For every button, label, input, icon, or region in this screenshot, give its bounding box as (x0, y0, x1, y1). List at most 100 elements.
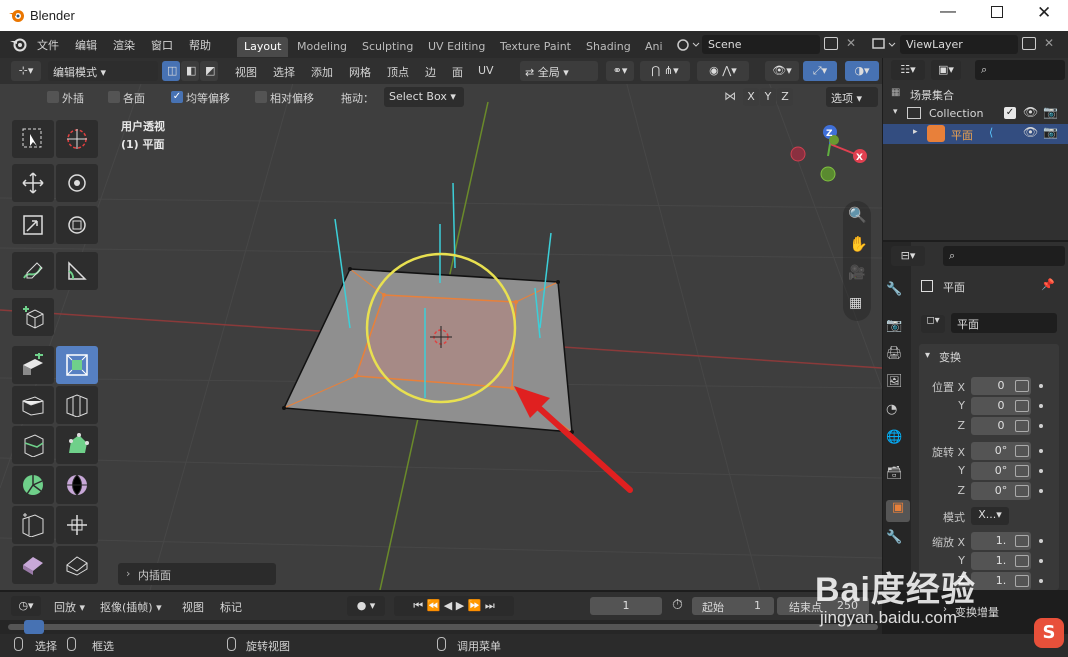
menu-file[interactable]: 文件 (37, 37, 59, 53)
outliner-row-collection[interactable]: ▾ Collection ✓ 👁 📷 (883, 104, 1068, 124)
tab-texture-paint[interactable]: Texture Paint (493, 37, 578, 57)
zoom-icon[interactable]: 🔍 (848, 206, 867, 224)
collection-exclude-checkbox[interactable]: ✓ (1004, 107, 1016, 119)
mirror-x-button[interactable]: X (743, 88, 759, 106)
blender-menu-icon[interactable] (9, 36, 29, 52)
record-button[interactable]: ● ▾ (347, 596, 385, 616)
keyframe-dot[interactable] (1039, 424, 1043, 428)
stopwatch-icon[interactable]: ⏱ (672, 597, 683, 613)
pin-icon[interactable]: 📌 (1041, 278, 1055, 291)
lock-icon[interactable] (1015, 535, 1029, 547)
view-layer-remove-icon[interactable]: ✕ (1044, 36, 1054, 50)
visibility-button[interactable]: 👁▾ (765, 61, 799, 81)
smooth-tool[interactable] (56, 466, 98, 504)
camera-view-icon[interactable]: 🎥 (848, 265, 865, 281)
keying-menu[interactable]: 抠像(插帧) ▾ (100, 599, 162, 615)
keyframe-dot[interactable] (1039, 489, 1043, 493)
options-dropdown[interactable]: 选项 ▾ (826, 87, 878, 107)
spin-tool[interactable] (12, 466, 54, 504)
relative-offset-checkbox[interactable] (255, 91, 267, 103)
vertex-select-button[interactable]: ◫ (162, 61, 180, 81)
header-menu-add[interactable]: 添加 (311, 64, 333, 80)
properties-search-field[interactable]: ⌕ (943, 246, 1065, 266)
scene-props-icon[interactable]: ◔ (886, 402, 910, 424)
expand-icon[interactable]: ▸ (913, 127, 918, 137)
header-menu-edge[interactable]: 边 (425, 64, 436, 80)
chevron-down-icon[interactable]: ▾ (925, 350, 930, 361)
tab-uv-editing[interactable]: UV Editing (421, 37, 492, 57)
poly-build-tool[interactable] (56, 426, 98, 464)
timeline-scrollbar[interactable] (8, 624, 878, 630)
tab-layout[interactable]: Layout (237, 37, 289, 57)
playback-controls[interactable]: ⏮ ⏪ ◀ ▶ ⏩ ⏭ (394, 596, 514, 616)
ortho-grid-icon[interactable]: ▦ (849, 295, 862, 311)
loop-cut-tool[interactable] (56, 386, 98, 424)
individual-checkbox[interactable] (108, 91, 120, 103)
last-operator-panel[interactable]: › 内插面 (118, 563, 276, 585)
playhead-indicator[interactable] (24, 620, 44, 634)
menu-window[interactable]: 窗口 (151, 37, 173, 53)
collapse-icon[interactable]: ▾ (893, 107, 898, 117)
even-offset-checkbox[interactable]: ✓ (171, 91, 183, 103)
rotation-mode-select[interactable]: X...▾ (971, 507, 1009, 525)
edge-select-button[interactable]: ◧ (181, 61, 199, 81)
tab-animation[interactable]: Ani (638, 37, 670, 57)
world-props-icon[interactable]: 🌐 (886, 430, 910, 452)
lock-icon[interactable] (1015, 400, 1029, 412)
pivot-point-button[interactable]: ⚭▾ (606, 61, 634, 81)
keyframe-dot[interactable] (1039, 404, 1043, 408)
outliner-editor-type[interactable]: ☷▾ (891, 60, 925, 80)
edge-slide-tool[interactable] (12, 506, 54, 544)
lock-icon[interactable] (1015, 485, 1029, 497)
marker-menu[interactable]: 标记 (220, 599, 242, 615)
object-name-field[interactable]: 平面 (951, 313, 1057, 333)
editor-type-button[interactable]: ⊹▾ (11, 61, 41, 81)
tab-shading[interactable]: Shading (579, 37, 638, 57)
header-menu-view[interactable]: 视图 (235, 64, 257, 80)
header-menu-face[interactable]: 面 (452, 64, 463, 80)
keyframe-dot[interactable] (1039, 384, 1043, 388)
keyframe-dot[interactable] (1039, 539, 1043, 543)
transform-tool[interactable] (56, 206, 98, 244)
timeline-area[interactable] (0, 620, 882, 634)
scene-remove-icon[interactable]: ✕ (846, 36, 856, 50)
object-browse-icon[interactable]: ◻▾ (921, 315, 945, 333)
header-menu-select[interactable]: 选择 (273, 64, 295, 80)
header-menu-uv[interactable]: UV (478, 64, 494, 77)
start-frame-field[interactable]: 起始 1 (692, 597, 774, 615)
camera-icon[interactable]: 📷 (1043, 125, 1058, 139)
mirror-icon[interactable]: ⋈ (724, 89, 736, 103)
eye-icon[interactable]: 👁 (1023, 125, 1038, 139)
scene-name-field[interactable]: Scene (702, 35, 820, 54)
view-layer-name-field[interactable]: ViewLayer (900, 35, 1018, 54)
mirror-z-button[interactable]: Z (777, 88, 793, 106)
menu-render[interactable]: 渲染 (113, 37, 135, 53)
current-frame-field[interactable]: 1 (590, 597, 662, 615)
drag-select[interactable]: Select Box ▾ (384, 87, 464, 107)
keyframe-dot[interactable] (1039, 559, 1043, 563)
lock-icon[interactable] (1015, 380, 1029, 392)
outer-checkbox[interactable] (47, 91, 59, 103)
annotate-tool[interactable] (12, 252, 54, 290)
bevel-tool[interactable] (12, 386, 54, 424)
mirror-y-button[interactable]: Y (760, 88, 776, 106)
proportional-edit-button[interactable]: ◉ ⋀▾ (697, 61, 749, 81)
modifier-props-icon[interactable]: 🔧 (886, 530, 910, 552)
navigation-gizmo[interactable]: Z X (784, 120, 874, 200)
close-window-button[interactable]: ✕ (1037, 3, 1051, 23)
view-layer-copy-icon[interactable] (1022, 37, 1036, 50)
render-props-icon[interactable]: 📷 (886, 318, 910, 340)
move-tool[interactable] (12, 164, 54, 202)
eye-icon[interactable]: 👁 (1023, 105, 1038, 119)
outliner-search-field[interactable]: ⌕ (975, 60, 1065, 80)
menu-help[interactable]: 帮助 (189, 37, 211, 53)
scene-copy-icon[interactable] (824, 37, 838, 50)
scene-browse-icon[interactable] (675, 36, 701, 52)
snap-button[interactable]: ⋂ ⋔▾ (640, 61, 690, 81)
camera-icon[interactable]: 📷 (1043, 105, 1058, 119)
inset-faces-tool[interactable] (56, 346, 98, 384)
outliner-display-mode[interactable]: ▣▾ (931, 60, 961, 80)
collection-props-icon[interactable]: 🗃 (886, 466, 910, 488)
face-select-button[interactable]: ◩ (200, 61, 218, 81)
3d-viewport[interactable]: ⊹▾ 编辑模式 ▾ ◫ ◧ ◩ 视图 选择 添加 网格 顶点 边 面 UV ⇄ … (0, 58, 882, 590)
